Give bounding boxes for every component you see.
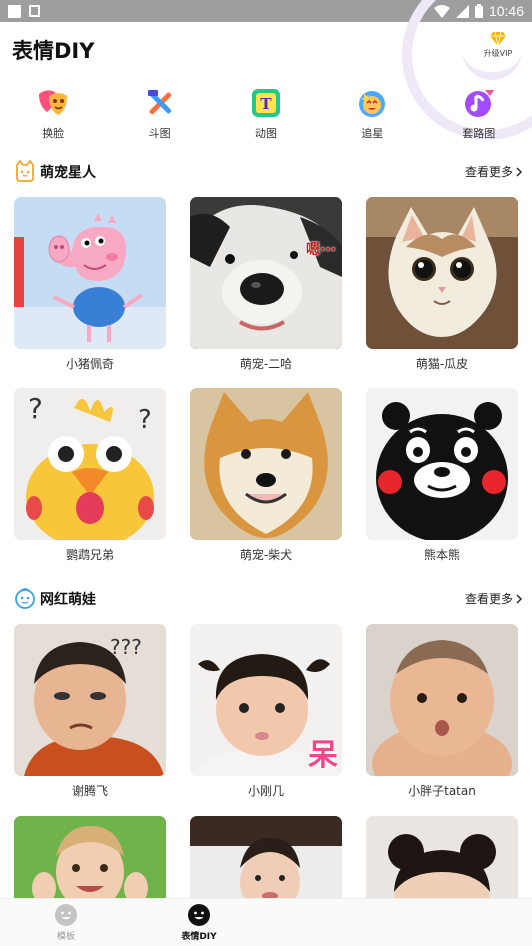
card-label: 谢腾飞 (71, 784, 108, 798)
tool-gif[interactable]: T 动图 (213, 86, 319, 142)
svg-text:?: ? (28, 392, 43, 425)
tool-routine-image[interactable]: 套路图 (426, 86, 532, 142)
card-label: 小胖子tatan (408, 784, 476, 798)
view-more-label: 查看更多 (464, 165, 513, 179)
sticker-card[interactable]: 熊本熊 (366, 388, 518, 563)
cat-image (366, 197, 518, 349)
sticker-card[interactable]: 萌猫-瓜皮 (366, 197, 518, 372)
diamond-icon (490, 32, 506, 46)
section-header-kids: 网红萌娃 查看更多 (0, 586, 532, 610)
tool-bar: 换脸 斗图 T 动图 追星 套路图 (0, 86, 532, 142)
smiley-icon (55, 904, 77, 926)
upgrade-vip-button[interactable]: 升级VIP (478, 32, 518, 59)
chevron-right-icon (516, 594, 522, 603)
header: 表情DIY 升级VIP (0, 22, 532, 78)
vip-label: 升级VIP (483, 49, 513, 58)
view-more-link[interactable]: 查看更多 (465, 590, 522, 607)
tool-meme-battle[interactable]: 斗图 (106, 86, 212, 142)
tool-label: 动图 (254, 127, 277, 140)
tools-icon (143, 86, 177, 120)
nav-tab-emoji-diy[interactable]: 表情DIY (164, 903, 234, 942)
tool-label: 换脸 (42, 127, 65, 140)
svg-text:???: ??? (110, 635, 142, 659)
star-fan-icon (355, 86, 389, 120)
chicken-image: ? ? (14, 388, 166, 540)
tool-face-swap[interactable]: 换脸 (0, 86, 106, 142)
sticker-card[interactable]: 呆 小刚几 (190, 624, 342, 799)
cat-face-icon (14, 159, 36, 182)
nav-label: 表情DIY (181, 932, 217, 942)
tool-label: 斗图 (148, 127, 171, 140)
view-more-label: 查看更多 (464, 592, 513, 606)
sticker-card[interactable]: 小胖子tatan (366, 624, 518, 799)
sticker-caption: 呆 (308, 738, 338, 773)
view-more-link[interactable]: 查看更多 (465, 163, 522, 180)
mask-icon (36, 86, 70, 120)
music-note-icon (462, 86, 496, 120)
card-label: 小猪佩奇 (65, 357, 114, 371)
kid-photo-image: 呆 (190, 624, 342, 776)
image-notification-icon (29, 5, 40, 17)
tool-star-fan[interactable]: 追星 (319, 86, 425, 142)
sticker-caption: 嗯··· (306, 242, 336, 258)
sticker-card[interactable]: 小猪佩奇 (14, 197, 166, 372)
section-title: 萌宠星人 (40, 165, 96, 181)
gif-text-icon: T (249, 86, 283, 120)
smiley-icon (188, 904, 210, 926)
card-label: 小刚几 (247, 784, 284, 798)
page-title: 表情DIY (12, 39, 95, 63)
sticker-card[interactable]: 萌宠-柴犬 (190, 388, 342, 563)
card-label: 鹦鹉兄弟 (65, 548, 114, 562)
card-label: 萌宠-二哈 (239, 357, 293, 371)
husky-image: 嗯··· (190, 197, 342, 349)
card-label: 萌宠-柴犬 (239, 548, 293, 562)
peppa-pig-image (14, 197, 166, 349)
tool-label: 追星 (361, 127, 384, 140)
notification-icon (8, 4, 21, 18)
chevron-right-icon (516, 167, 522, 176)
nav-label: 模板 (56, 932, 75, 942)
app-page: 10:46 表情DIY 升级VIP 换脸 斗图 T 动图 追星 套路图 萌宠星人… (0, 0, 532, 946)
bottom-nav: 模板 表情DIY (0, 898, 532, 946)
section-title: 网红萌娃 (40, 592, 96, 608)
sticker-card[interactable]: ??? 谢腾飞 (14, 624, 166, 799)
svg-text:?: ? (138, 405, 152, 435)
sticker-card[interactable]: ? ? 鹦鹉兄弟 (14, 388, 166, 563)
kid-photo-image (366, 624, 518, 776)
shiba-image (190, 388, 342, 540)
sticker-card[interactable]: 嗯··· 萌宠-二哈 (190, 197, 342, 372)
kumamon-image (366, 388, 518, 540)
nav-tab-templates[interactable]: 模板 (31, 903, 101, 942)
kid-photo-image: ??? (14, 624, 166, 776)
card-label: 熊本熊 (423, 548, 460, 562)
card-label: 萌猫-瓜皮 (415, 357, 469, 371)
baby-face-icon (14, 587, 36, 609)
tool-label: 套路图 (462, 127, 496, 140)
svg-text:T: T (260, 95, 272, 113)
section-header-pets: 萌宠星人 查看更多 (0, 159, 532, 183)
